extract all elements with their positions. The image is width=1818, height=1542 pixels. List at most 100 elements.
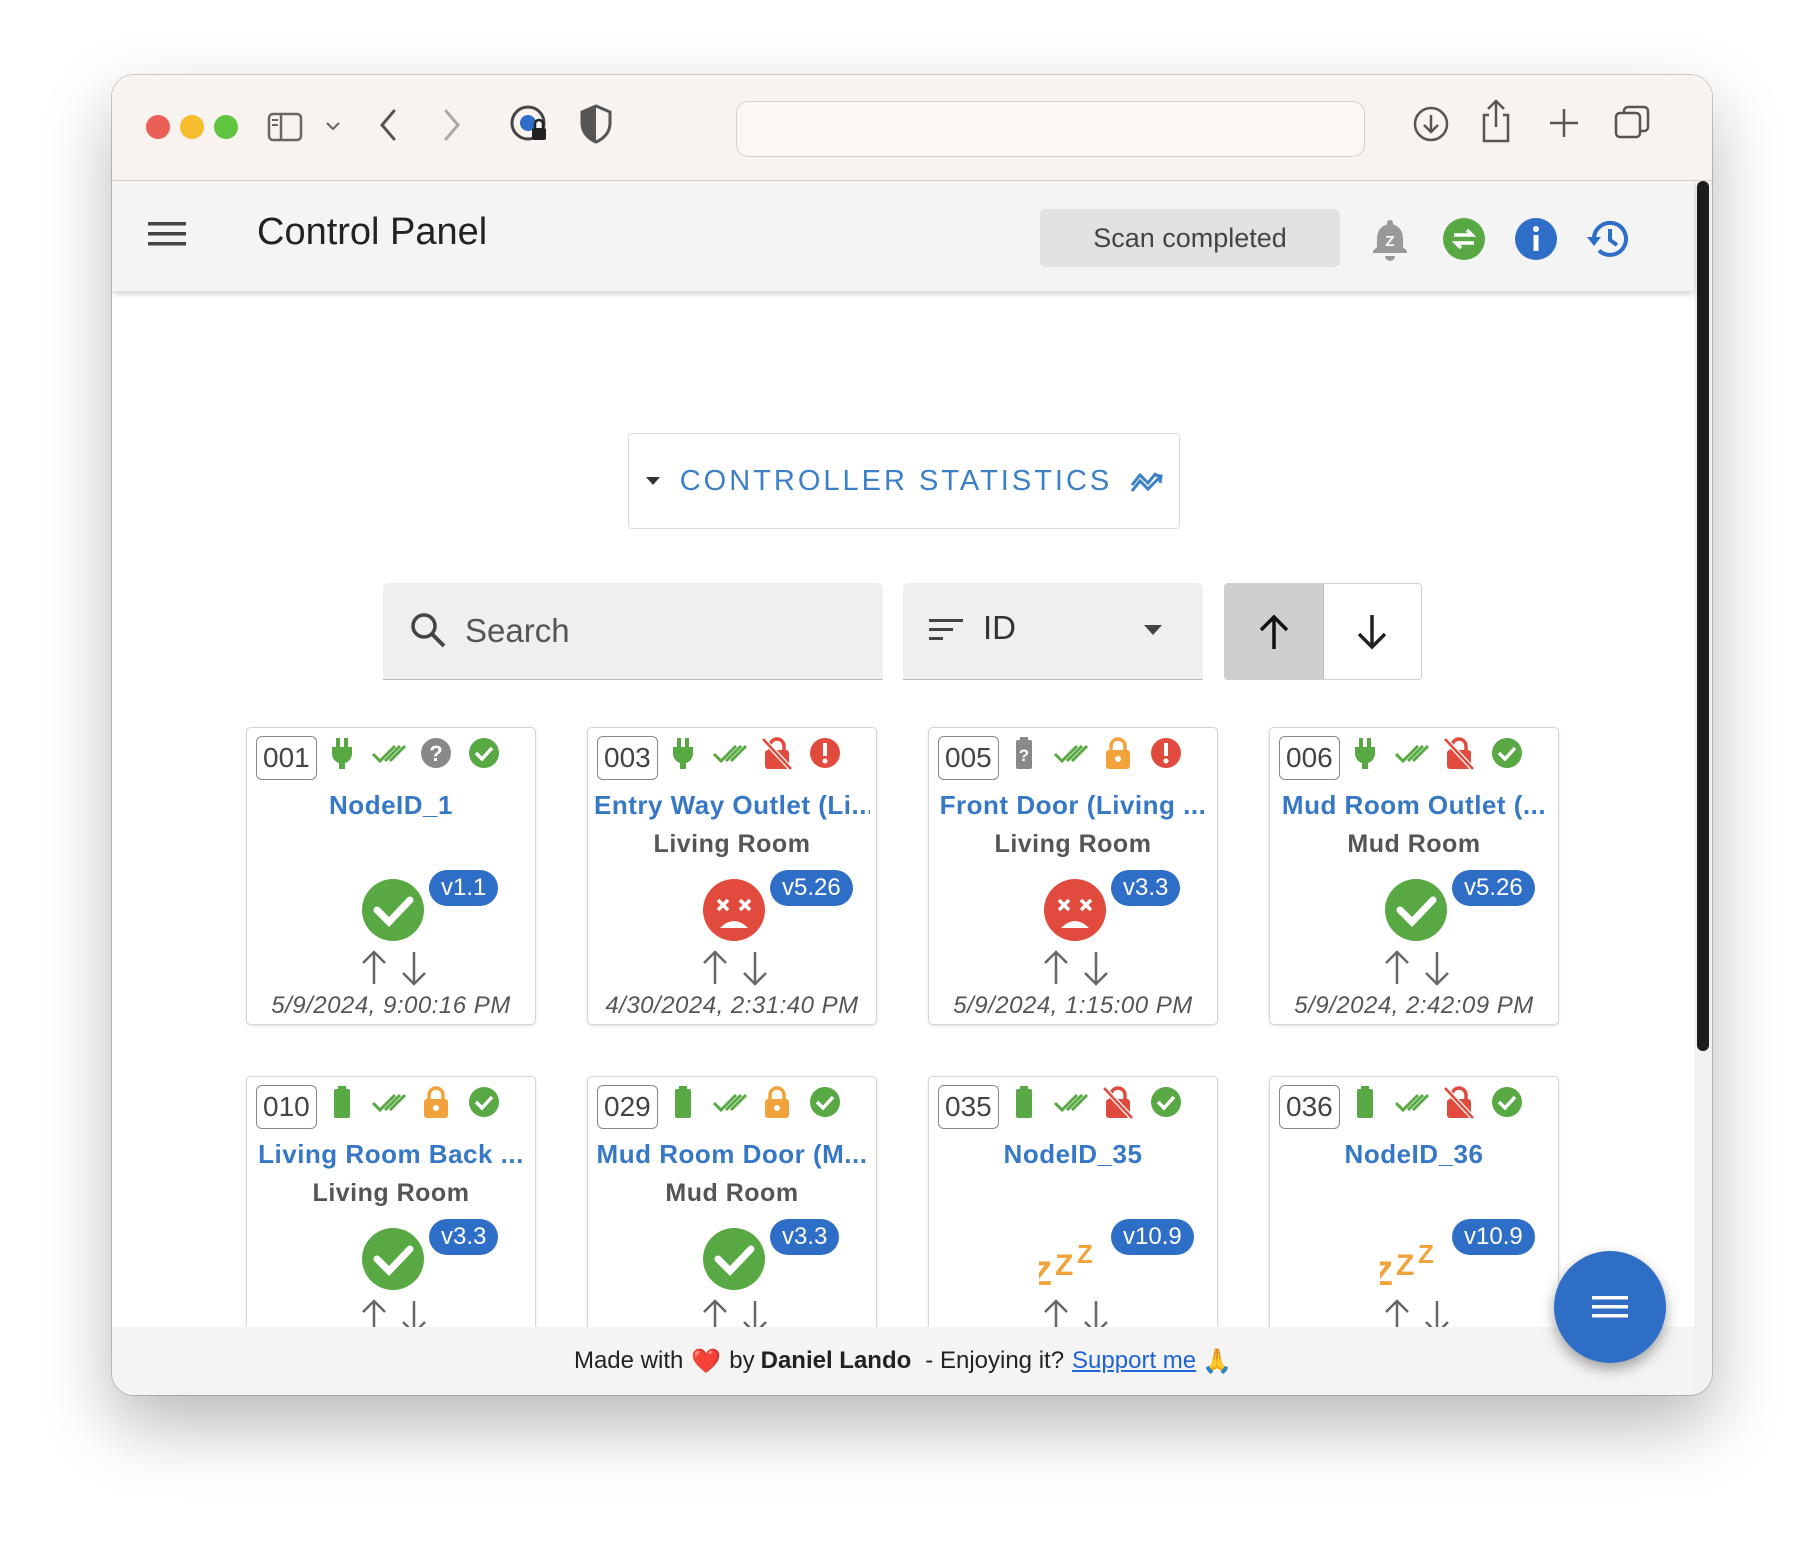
node-name-link[interactable]: NodeID_36 [1276, 1139, 1552, 1170]
double-check-icon [1053, 744, 1089, 764]
node-status-icons [1350, 736, 1554, 776]
node-card[interactable]: 005? Front Door (Living ... Living Room v3.… [928, 727, 1218, 1025]
arrow-down-icon [1425, 952, 1449, 986]
node-card[interactable]: 001? NodeID_1 v1.1 5/9/2024, 9:00:16 PM [246, 727, 536, 1025]
arrow-down-icon [402, 952, 426, 986]
scrollbar[interactable] [1694, 181, 1712, 1395]
health-error-icon [1151, 738, 1181, 768]
search-input[interactable] [463, 605, 867, 657]
share-icon[interactable] [1476, 97, 1516, 145]
forward-icon[interactable] [436, 105, 466, 145]
password-manager-icon[interactable] [508, 101, 554, 147]
node-status: v1.1 [357, 870, 499, 942]
plug-icon [673, 738, 693, 769]
shield-icon[interactable] [578, 103, 614, 145]
sort-direction-toggle [1224, 583, 1422, 680]
arrow-up-icon [1259, 614, 1288, 649]
node-status: v3.3 [1039, 870, 1181, 942]
sort-descending-button[interactable] [1323, 584, 1421, 679]
info-icon[interactable] [1514, 217, 1558, 261]
firmware-version-badge: v3.3 [429, 1219, 499, 1255]
lock-open-off-icon [1102, 1086, 1134, 1119]
firmware-version-badge: v5.26 [1452, 870, 1535, 906]
heart-icon: ❤️ [691, 1347, 722, 1375]
dropdown-arrow-icon [1144, 625, 1162, 635]
download-icon[interactable] [1410, 103, 1452, 145]
battery-icon [1016, 1086, 1032, 1118]
health-ok-icon [1151, 1087, 1181, 1117]
search-icon [411, 613, 446, 648]
lock-open-off-icon [1443, 737, 1475, 770]
lock-open-off-icon [761, 737, 793, 770]
chevron-down-icon[interactable] [324, 117, 342, 135]
alive-check-icon [1385, 879, 1447, 941]
controller-statistics-button[interactable]: CONTROLLER STATISTICS [628, 433, 1180, 529]
tab-overview-icon[interactable] [1612, 103, 1652, 143]
fab-menu-button[interactable] [1554, 1251, 1666, 1363]
node-id-badge: 010 [256, 1085, 317, 1129]
double-check-icon [1394, 1093, 1430, 1113]
svg-text:?: ? [429, 741, 442, 766]
double-check-icon [712, 744, 748, 764]
snooze-bell-icon[interactable]: Z [1370, 217, 1410, 261]
health-ok-icon [469, 738, 499, 768]
close-window-button[interactable] [146, 115, 170, 139]
lock-open-off-icon [1443, 1086, 1475, 1119]
sleeping-zzz-icon: ZZZ [1039, 1239, 1093, 1291]
node-status-icons [327, 1085, 531, 1125]
svg-text:Z: Z [1039, 1255, 1052, 1291]
menu-icon[interactable] [148, 219, 186, 249]
alive-check-icon [703, 1228, 765, 1290]
node-name-link[interactable]: Entry Way Outlet (Li... [594, 790, 870, 821]
node-card[interactable]: 006 Mud Room Outlet (... Mud Room v5.26 5/9/… [1269, 727, 1559, 1025]
sort-ascending-button[interactable] [1225, 584, 1324, 679]
plug-icon [332, 738, 352, 769]
arrow-down-icon [1084, 952, 1108, 986]
health-ok-icon [1492, 738, 1522, 768]
node-name-link[interactable]: Mud Room Door (M... [594, 1139, 870, 1170]
node-name-link[interactable]: NodeID_35 [935, 1139, 1211, 1170]
history-icon[interactable] [1584, 215, 1632, 263]
lock-icon [1106, 737, 1130, 769]
zoom-window-button[interactable] [214, 115, 238, 139]
node-name-link[interactable]: Front Door (Living ... [935, 790, 1211, 821]
scan-status-chip: Scan completed [1040, 209, 1340, 267]
controller-statistics-label: CONTROLLER STATISTICS [679, 464, 1113, 497]
new-tab-icon[interactable] [1546, 105, 1582, 141]
node-id-badge: 003 [597, 736, 658, 780]
double-check-icon [1053, 1093, 1089, 1113]
node-location: Living Room [312, 1179, 470, 1207]
scrollbar-thumb[interactable] [1697, 181, 1709, 1051]
dead-face-icon [703, 879, 765, 941]
node-location: Mud Room [1347, 830, 1481, 858]
svg-text:Z: Z [1418, 1239, 1434, 1269]
dead-face-icon [1044, 879, 1106, 941]
swap-icon[interactable] [1442, 217, 1486, 261]
battery-icon [675, 1086, 691, 1118]
address-bar[interactable] [736, 101, 1365, 157]
support-link[interactable]: Support me [1072, 1347, 1196, 1375]
sort-select[interactable]: ID [903, 583, 1203, 680]
footer-author: Daniel Lando [760, 1347, 912, 1374]
node-location: Mud Room [665, 1179, 799, 1207]
health-ok-icon [469, 1087, 499, 1117]
sidebar-icon[interactable] [265, 107, 305, 147]
node-card[interactable]: 003 Entry Way Outlet (Li... Living Room v5.… [587, 727, 877, 1025]
footer: Made with ❤️ by Daniel Lando - Enjoying … [112, 1327, 1694, 1395]
back-icon[interactable] [374, 105, 404, 145]
node-status-icons [1009, 1085, 1213, 1125]
node-id-badge: 035 [938, 1085, 999, 1129]
health-ok-icon [810, 1087, 840, 1117]
svg-text:Z: Z [1380, 1255, 1393, 1291]
alive-check-icon [362, 1228, 424, 1290]
footer-by: by [729, 1347, 755, 1374]
trending-icon [1131, 472, 1163, 492]
node-name-link[interactable]: Mud Room Outlet (... [1276, 790, 1552, 821]
node-name-link[interactable]: Living Room Back ... [253, 1139, 529, 1170]
search-field[interactable] [383, 583, 883, 680]
node-status: v3.3 [357, 1219, 499, 1291]
arrow-up-icon [362, 950, 386, 984]
node-status: v5.26 [1380, 870, 1535, 942]
node-name-link[interactable]: NodeID_1 [253, 790, 529, 821]
minimize-window-button[interactable] [180, 115, 204, 139]
